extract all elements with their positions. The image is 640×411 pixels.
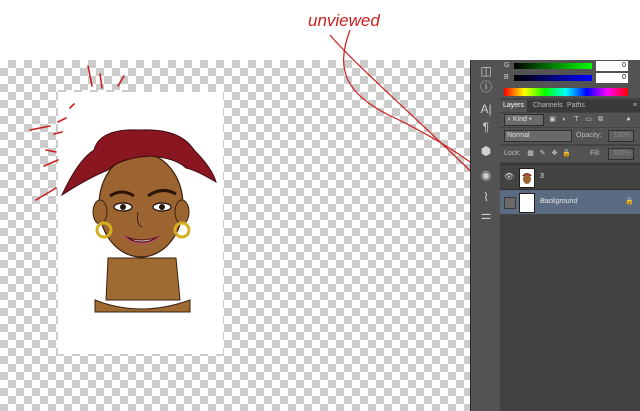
brush-icon[interactable]: ⌇ (476, 188, 496, 206)
channel-label: G (504, 62, 510, 69)
layer-thumbnail (519, 193, 535, 213)
lock-row: Lock: ▦ ✎ ✥ 🔒 Fill: 100% (500, 146, 640, 162)
color-wheel-icon[interactable]: ◉ (476, 166, 496, 184)
lock-position-icon[interactable]: ✥ (550, 149, 559, 158)
right-panel: G 0 B 0 Layers Channels Paths ≡ ⌕ Kind ▾… (500, 60, 640, 411)
filter-pixel-icon[interactable]: ▣ (548, 115, 557, 124)
lock-icon: 🔒 (625, 198, 634, 205)
sliders-icon[interactable]: ⚌ (476, 206, 496, 224)
tab-paths[interactable]: Paths (564, 100, 588, 112)
eye-icon[interactable]: 👁 (504, 172, 514, 182)
value-g[interactable]: 0 (596, 61, 628, 71)
blend-row: Normal Opacity: 100% (500, 128, 640, 144)
layer-name: 3 (540, 173, 544, 180)
panel-icon-strip: ◫ ⓘ A| ¶ ⬢ ◉ ⌇ ⚌ (470, 60, 502, 411)
kind-label: Kind (512, 116, 527, 123)
filter-toggle-icon[interactable]: ● (624, 115, 633, 124)
lock-pixels-icon[interactable]: ✎ (538, 149, 547, 158)
fill-label: Fill: (590, 150, 601, 157)
value-b[interactable]: 0 (596, 73, 628, 83)
blend-mode-value: Normal (507, 132, 530, 139)
eye-hidden-icon[interactable] (504, 197, 516, 209)
document[interactable] (58, 92, 223, 354)
color-panel: G 0 B 0 (500, 60, 640, 98)
filter-adjustment-icon[interactable]: ◐ (560, 115, 569, 124)
3d-box-icon[interactable]: ⬢ (476, 142, 496, 160)
layer-row[interactable]: 👁 3 (500, 164, 640, 189)
tab-layers[interactable]: Layers (500, 100, 528, 112)
paragraph-icon[interactable]: ¶ (476, 118, 496, 136)
filter-smart-icon[interactable]: ⧉ (596, 115, 605, 124)
layer-thumbnail (519, 168, 535, 188)
character-thumbnail-icon (522, 173, 532, 184)
chevron-down-icon: ▾ (526, 116, 532, 123)
layers-tabs: Layers Channels Paths ≡ (500, 100, 640, 112)
layer-name: Background (540, 198, 578, 205)
top-margin (0, 0, 470, 60)
opacity-input[interactable]: 100% (608, 130, 634, 142)
layer-row[interactable]: Background 🔒 (500, 189, 640, 214)
fill-input[interactable]: 100% (608, 148, 634, 160)
kind-dropdown[interactable]: ⌕ Kind ▾ (504, 114, 544, 126)
filter-row: ⌕ Kind ▾ ▣ ◐ T ▭ ⧉ ● (500, 113, 640, 127)
tab-channels[interactable]: Channels (530, 100, 566, 112)
lock-transparent-icon[interactable]: ▦ (526, 149, 535, 158)
filter-shape-icon[interactable]: ▭ (584, 115, 593, 124)
slider-b[interactable] (514, 75, 592, 81)
color-spectrum[interactable] (504, 88, 628, 96)
panel-menu-icon[interactable]: ≡ (633, 100, 637, 112)
filter-type-icon[interactable]: T (572, 115, 581, 124)
color-row-b: B (504, 74, 509, 86)
color-row-g: G (504, 62, 509, 74)
lock-all-icon[interactable]: 🔒 (562, 149, 571, 158)
opacity-label: Opacity: (576, 132, 602, 139)
blend-mode-dropdown[interactable]: Normal (504, 130, 572, 142)
lock-label: Lock: (504, 150, 521, 157)
channel-label: B (504, 74, 509, 81)
info-icon[interactable]: ⓘ (476, 78, 496, 96)
character-icon[interactable]: A| (476, 100, 496, 118)
slider-g[interactable] (514, 63, 592, 69)
